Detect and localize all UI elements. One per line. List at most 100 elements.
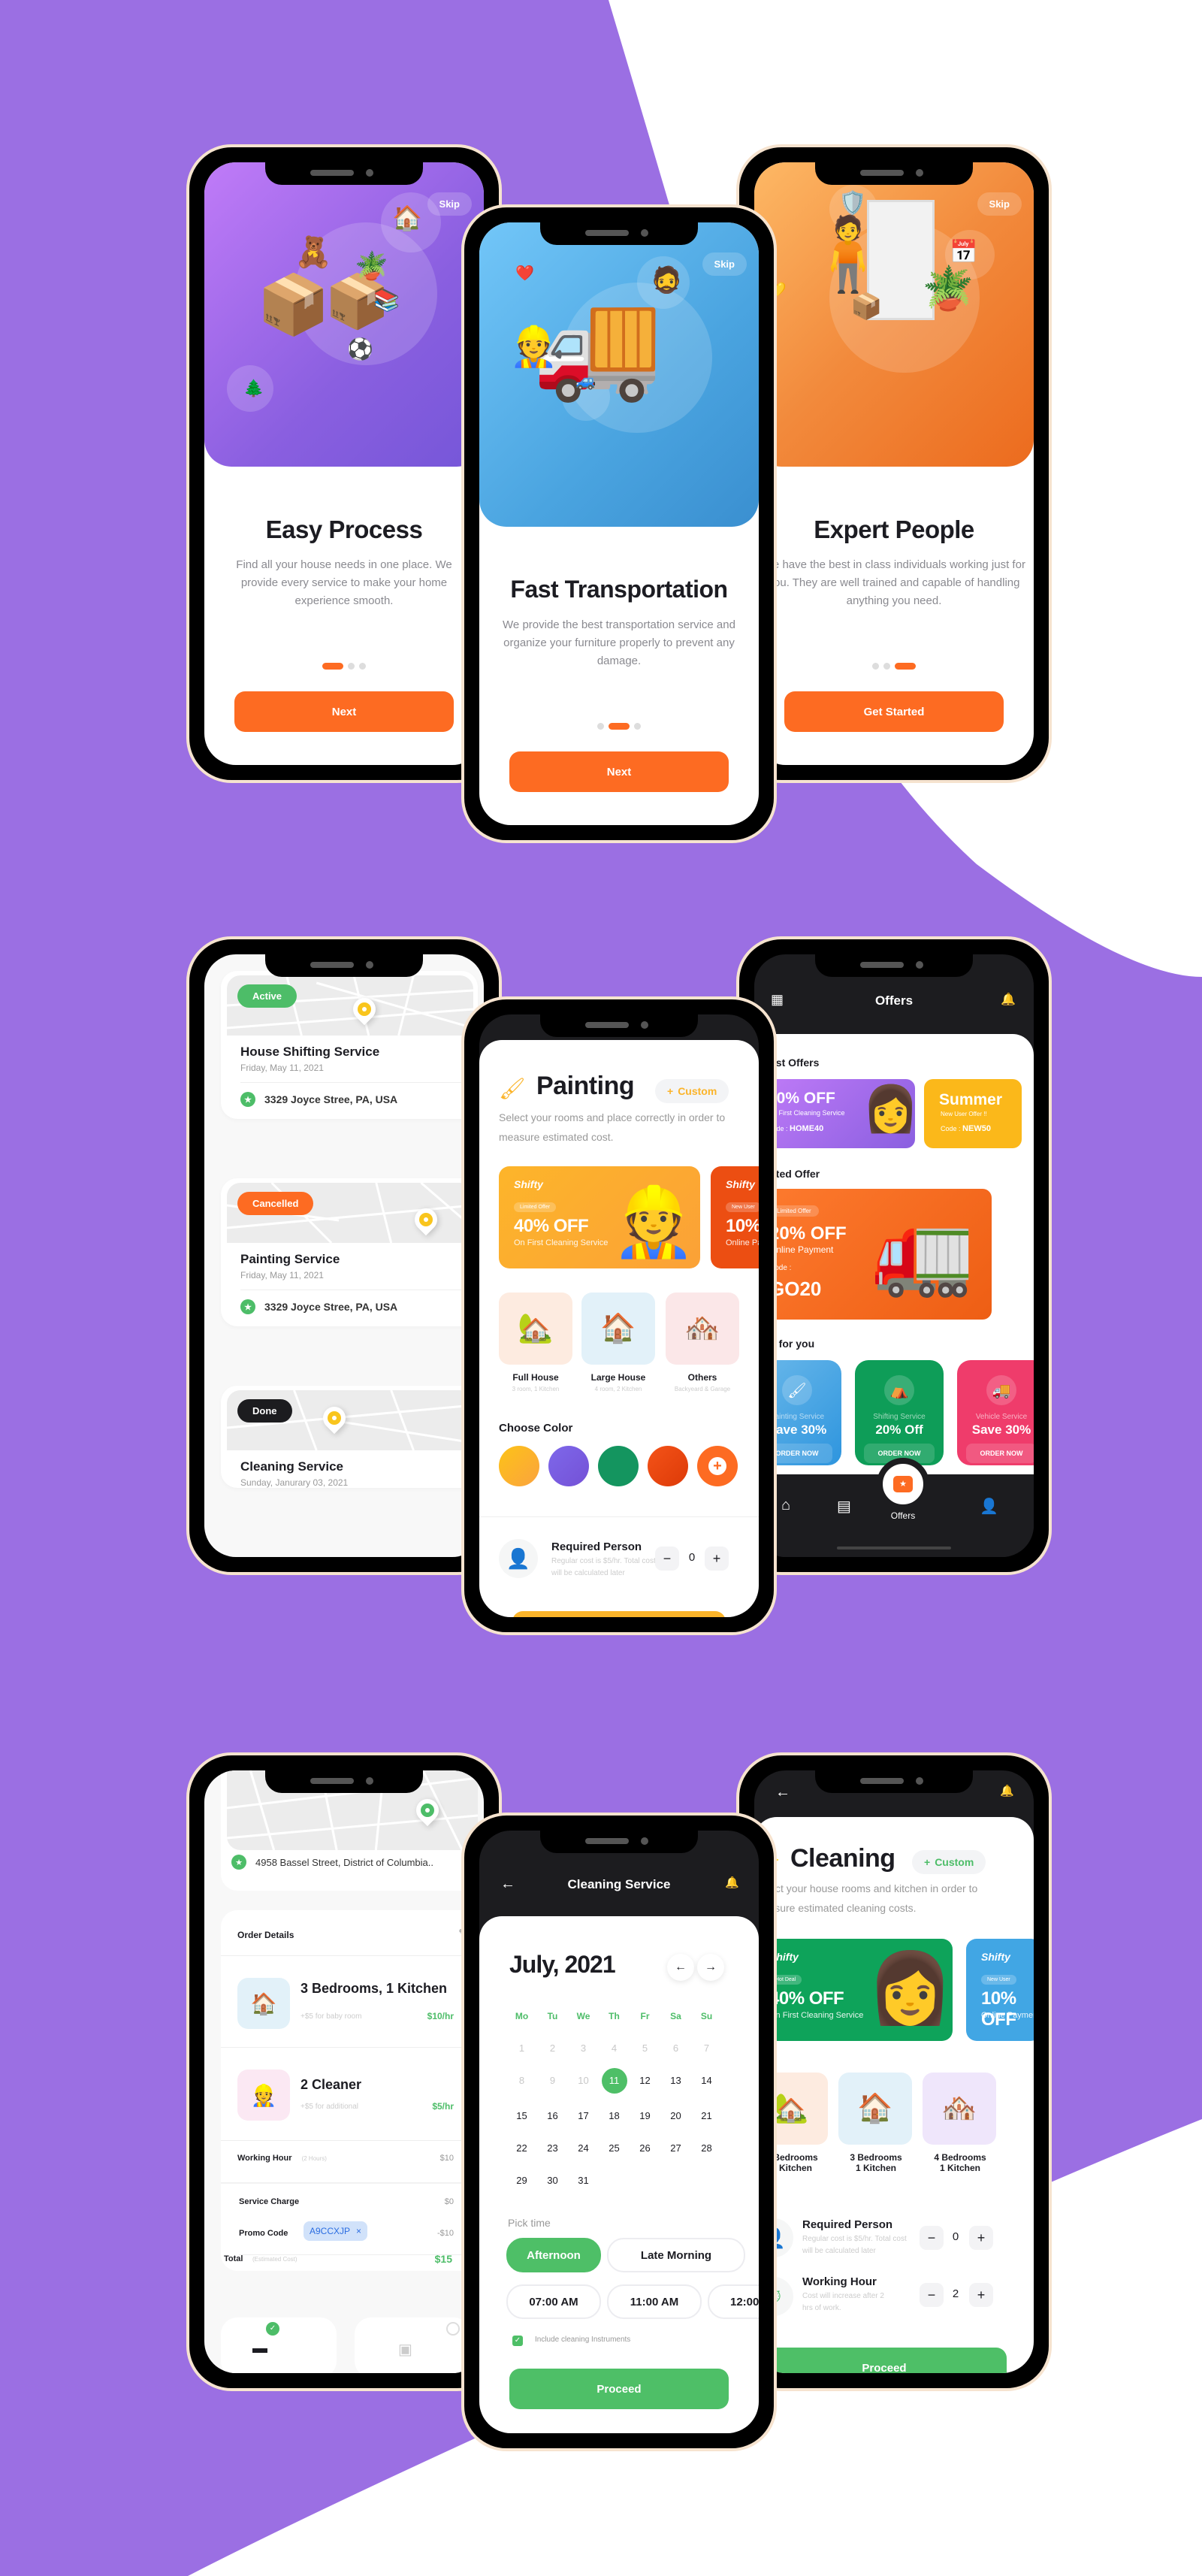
calendar-day[interactable]: 13 — [660, 2071, 691, 2091]
offer-headline: 40% OFF — [768, 1090, 835, 1107]
proceed-button[interactable]: Proceed — [509, 2369, 729, 2409]
get-started-button[interactable]: Get Started — [784, 691, 1004, 732]
room-option-4-bedrooms[interactable]: 🏘️ — [923, 2073, 996, 2145]
offer-card-go20[interactable]: Limited Offer 20% OFF Online Payment Cod… — [759, 1189, 992, 1320]
next-month-button[interactable]: → — [697, 1954, 724, 1981]
calendar-day[interactable]: 21 — [691, 2106, 722, 2126]
weekday-label: Mo — [515, 2011, 529, 2021]
calendar-day[interactable]: 20 — [660, 2106, 691, 2126]
room-option-3-bedrooms[interactable]: 🏠 — [838, 2073, 912, 2145]
phone-order-details: ★ 4958 Bassel Street, District of Columbi… — [186, 1752, 502, 2391]
jfy-card-vehicle[interactable]: 🚚 Vehicle Service Save 30% ORDER NOW — [957, 1360, 1034, 1465]
calendar-day[interactable]: 12 — [630, 2071, 660, 2091]
promo-code-chip[interactable]: A9CCXJP × — [304, 2221, 368, 2241]
period-late-morning[interactable]: Late Morning — [607, 2238, 745, 2272]
color-swatch-yellow[interactable] — [499, 1446, 539, 1486]
calendar-day[interactable]: 23 — [537, 2139, 568, 2158]
service-card[interactable]: Cancelled Painting Service Friday, May 1… — [221, 1178, 478, 1326]
time-slot[interactable]: 12:00 PM — [708, 2284, 759, 2319]
calendar-day: 10 — [578, 2075, 589, 2086]
house-type-large[interactable]: 🏠 — [581, 1293, 655, 1365]
notification-bell-icon[interactable]: 🔔 — [725, 1876, 739, 1889]
promo-headline: 10% OFF — [726, 1216, 759, 1236]
include-instruments-label: Include cleaning Instruments — [535, 2336, 631, 2344]
calendar-day[interactable]: 19 — [630, 2106, 660, 2126]
color-swatch-red[interactable] — [648, 1446, 688, 1486]
time-slot[interactable]: 07:00 AM — [506, 2284, 601, 2319]
offer-card-new50[interactable]: Summer New User Offer !! Code : NEW50 — [924, 1079, 1022, 1148]
increment-button[interactable]: + — [705, 1547, 729, 1571]
proceed-button[interactable] — [512, 1611, 726, 1617]
calendar-day[interactable]: 15 — [506, 2106, 537, 2126]
prev-month-button[interactable]: ← — [667, 1954, 694, 1981]
house-type-others[interactable]: 🏘️ — [666, 1293, 739, 1365]
house-type-label: Large House — [590, 1372, 646, 1383]
offer-card-home40[interactable]: 40% OFF On First Cleaning Service Code :… — [757, 1079, 915, 1148]
remove-promo-icon[interactable]: × — [356, 2226, 361, 2236]
include-instruments-checkbox[interactable]: ✓ — [512, 2336, 523, 2346]
custom-button[interactable]: + Custom — [655, 1079, 729, 1103]
increment-button[interactable]: + — [969, 2226, 993, 2250]
page-indicator — [479, 723, 759, 730]
color-swatch-green[interactable] — [598, 1446, 639, 1486]
decrement-button[interactable]: − — [920, 2283, 944, 2307]
calendar-day[interactable]: 14 — [691, 2071, 722, 2091]
calendar-day[interactable]: 27 — [660, 2139, 691, 2158]
shield-icon: 🛡️ — [838, 191, 867, 216]
promo-code: NEW50 — [962, 1124, 991, 1133]
period-afternoon[interactable]: Afternoon — [506, 2238, 601, 2272]
increment-button[interactable]: + — [969, 2283, 993, 2307]
calendar-day[interactable]: 29 — [506, 2171, 537, 2191]
order-item-price: $5/hr — [432, 2101, 454, 2112]
add-color-button[interactable]: + — [697, 1446, 738, 1486]
skip-button[interactable]: Skip — [702, 252, 747, 276]
calendar-day[interactable]: 24 — [568, 2139, 599, 2158]
tab-home-icon[interactable]: ⌂ — [781, 1497, 790, 1514]
tab-offers-active[interactable]: ★ — [877, 1458, 929, 1510]
decrement-button[interactable]: − — [655, 1547, 679, 1571]
payment-card-option[interactable]: ✓ ▬ — [221, 2317, 337, 2373]
notification-bell-icon[interactable]: 🔔 — [1001, 992, 1016, 1007]
tab-profile-icon[interactable]: 👤 — [980, 1497, 998, 1516]
car-icon: 🚙 — [575, 371, 596, 390]
next-button[interactable]: Next — [234, 691, 454, 732]
calendar-day[interactable]: 31 — [568, 2171, 599, 2191]
calendar-day[interactable]: 17 — [568, 2106, 599, 2126]
offer-caption: New User Offer !! — [941, 1111, 987, 1117]
house-type-full[interactable]: 🏡 — [499, 1293, 572, 1365]
custom-button[interactable]: + Custom — [912, 1850, 986, 1874]
color-swatch-purple[interactable] — [548, 1446, 589, 1486]
calendar-day[interactable]: 25 — [599, 2139, 630, 2158]
calendar-day[interactable]: 30 — [537, 2171, 568, 2191]
service-card[interactable]: Active House Shifting Service Friday, Ma… — [221, 971, 478, 1119]
promo-banner[interactable]: Shifty Limited Offer 40% OFF On First Cl… — [499, 1166, 700, 1268]
promo-banner[interactable]: Shifty New User 10% OFF Online Payment — [966, 1939, 1034, 2041]
service-card[interactable]: Done Cleaning Service Sunday, Janurary 0… — [221, 1386, 478, 1488]
proceed-button[interactable]: Proceed — [762, 2348, 1007, 2373]
calendar-day[interactable]: 18 — [599, 2106, 630, 2126]
skip-button[interactable]: Skip — [427, 192, 472, 216]
skip-button[interactable]: Skip — [977, 192, 1022, 216]
required-person-desc: Regular cost is $5/hr. Total cost will b… — [551, 1557, 656, 1577]
jfy-card-shifting[interactable]: ⛺ Shifting Service 20% Off ORDER NOW — [855, 1360, 944, 1465]
paint-roller-icon: 🖌 — [782, 1375, 812, 1405]
calendar-day[interactable]: 28 — [691, 2139, 722, 2158]
calendar-day[interactable]: 16 — [537, 2106, 568, 2126]
back-arrow-icon[interactable]: ← — [775, 1784, 790, 1801]
payment-wallet-option[interactable]: ▣ — [355, 2317, 470, 2373]
promo-banner[interactable]: Shifty New User 10% OFF Online Payment — [711, 1166, 759, 1268]
decrement-button[interactable]: − — [920, 2226, 944, 2250]
notification-bell-icon[interactable]: 🔔 — [1000, 1784, 1014, 1797]
calendar-day-selected[interactable]: 11 — [601, 2068, 627, 2094]
time-slot[interactable]: 11:00 AM — [607, 2284, 702, 2319]
next-button[interactable]: Next — [509, 751, 729, 792]
page-title: Painting — [536, 1072, 635, 1100]
page-subtitle: Select your house rooms and kitchen in o… — [754, 1882, 978, 1914]
calendar-day[interactable]: 22 — [506, 2139, 537, 2158]
calendar-day[interactable]: 26 — [630, 2139, 660, 2158]
working-hour-value: $10 — [439, 2154, 454, 2163]
order-now-button[interactable]: ORDER NOW — [966, 1444, 1034, 1463]
promo-banner[interactable]: Shifty Hot Deal 40% OFF On First Cleanin… — [754, 1939, 953, 2041]
tab-orders-icon[interactable]: ▤ — [837, 1497, 851, 1516]
phone-onboarding-2: ❤️ 🧔 🚚 👷 🚙 Skip Fast Transportation We p… — [461, 204, 777, 843]
